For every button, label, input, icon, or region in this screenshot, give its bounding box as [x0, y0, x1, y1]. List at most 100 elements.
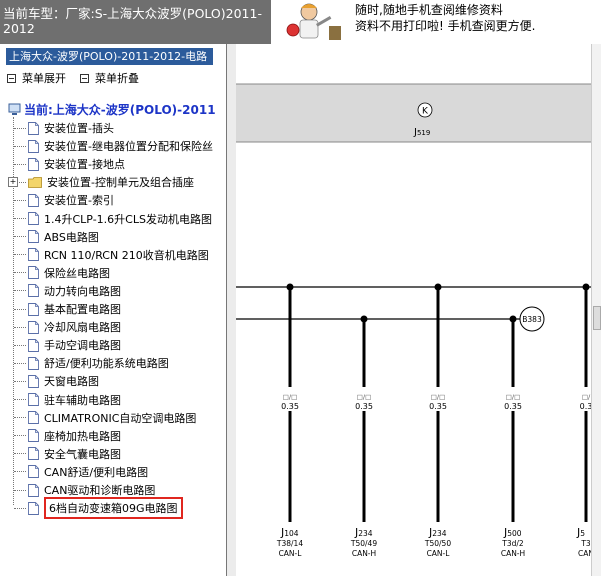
current-model-label: 当前车型：厂家:S-上海大众波罗(POLO)2011- 2012 [0, 0, 271, 44]
document-icon [28, 266, 39, 280]
tree-item[interactable]: RCN 110/RCN 210收音机电路图 [8, 246, 209, 264]
connector-component-sub: 500 [507, 529, 522, 538]
bus-name: CAN-L [279, 549, 303, 558]
document-icon [28, 447, 39, 461]
tree-connector [14, 236, 26, 238]
tree-connector [14, 290, 26, 292]
tree-connector [14, 145, 26, 147]
document-icon [28, 320, 39, 334]
tree-item[interactable]: 安装位置-接地点 [8, 155, 125, 173]
tree-item[interactable]: 安全气囊电路图 [8, 445, 121, 463]
top-component-sub: 519 [417, 129, 430, 137]
connector-pin: T50/49 [350, 539, 377, 548]
tree-connector [14, 399, 26, 400]
tree-item-label: 座椅加热电路图 [44, 429, 121, 443]
vertical-scrollbar[interactable] [591, 44, 601, 576]
bus-name: CAN-L [427, 549, 451, 558]
document-icon [28, 465, 39, 479]
tree-item-label: RCN 110/RCN 210收音机电路图 [44, 248, 209, 262]
connector-pin: T3 [580, 539, 591, 548]
tree-connector [14, 471, 26, 473]
bus-name: CAN [578, 549, 591, 558]
expand-node-icon[interactable]: + [8, 177, 18, 188]
tree-item[interactable]: 6档自动变速箱09G电路图 [8, 497, 183, 520]
tree-item-label: 6档自动变速箱09G电路图 [44, 497, 183, 520]
tree-item-label: 天窗电路图 [44, 375, 99, 389]
collapse-menu-label: 菜单折叠 [95, 72, 139, 85]
tree-root-label: 当前:上海大众-波罗(POLO)-2011 [24, 103, 216, 117]
scrollbar-thumb[interactable] [593, 306, 601, 330]
splice-label: B383 [522, 315, 542, 324]
tree-item-label: 冷却风扇电路图 [44, 321, 121, 335]
tree-item[interactable]: 安装位置-索引 [8, 191, 114, 209]
wire-gauge: 0.35 [504, 402, 522, 411]
tree-item[interactable]: CLIMATRONIC自动空调电路图 [8, 409, 196, 427]
connector-pin: T3d/2 [501, 539, 524, 548]
document-icon [28, 121, 39, 135]
folder-icon [28, 176, 42, 188]
junction-dot [509, 315, 517, 323]
expand-icon [7, 73, 16, 83]
wire-color-code: □/ [582, 393, 591, 401]
tree-view: 当前:上海大众-波罗(POLO)-2011 安装位置-插头安装位置-继电器位置分… [0, 99, 226, 576]
promo-line-1: 随时,随地手机查阅维修资料 [355, 3, 503, 17]
document-icon [28, 302, 39, 316]
tree-connector [14, 435, 26, 437]
tree-item[interactable]: 保险丝电路图 [8, 264, 110, 282]
wire-color-code: □/□ [506, 393, 520, 401]
wire-gauge: 0.35 [355, 402, 373, 411]
tree-connector [14, 344, 26, 346]
tree-item[interactable]: CAN舒适/便利电路图 [8, 463, 148, 481]
document-icon [28, 429, 39, 443]
collapse-icon [80, 73, 89, 83]
model-line-2: 2012 [3, 21, 35, 36]
document-icon [28, 248, 39, 262]
junction-dot [360, 315, 368, 323]
document-icon [28, 193, 39, 207]
tree-item-label: 安装位置-继电器位置分配和保险丝 [44, 140, 213, 154]
tree-item[interactable]: 舒适/便利功能系统电路图 [8, 354, 169, 372]
tree-connector [14, 380, 26, 382]
tree-connector [14, 453, 26, 455]
document-icon [28, 393, 39, 406]
tree-item[interactable]: 安装位置-继电器位置分配和保险丝 [8, 137, 213, 155]
document-icon [28, 284, 39, 298]
expand-menu-button[interactable]: 菜单展开 [7, 70, 66, 86]
tree-connector [14, 417, 26, 419]
collapse-menu-button[interactable]: 菜单折叠 [80, 70, 139, 86]
top-component-label: J519 [413, 127, 430, 138]
wire-color-code: □/□ [283, 393, 297, 401]
promo-line-2: 资料不用打印啦! 手机查阅更方便. [355, 19, 536, 33]
tree-item[interactable]: 驻车辅助电路图 [8, 391, 121, 409]
tree-connector [14, 362, 26, 364]
tree-item-label: CAN舒适/便利电路图 [44, 465, 149, 479]
connector-component-sub: 104 [284, 529, 299, 538]
tree-item[interactable]: 1.4升CLP-1.6升CLS发动机电路图 [8, 210, 212, 228]
document-icon [28, 338, 39, 352]
tree-item-label: 动力转向电路图 [44, 284, 121, 298]
tree-item[interactable]: 冷却风扇电路图 [8, 318, 121, 336]
tree-root[interactable]: 当前:上海大众-波罗(POLO)-2011 [8, 101, 216, 118]
wire-color-code: □/□ [431, 393, 445, 401]
tree-item-label: ABS电路图 [44, 230, 99, 244]
tree-connector [14, 127, 26, 129]
tree-item[interactable]: 座椅加热电路图 [8, 427, 121, 445]
panel-header: 上海大众-波罗(POLO)-2011-2012-电路 [6, 48, 213, 65]
tree-item[interactable]: 基本配置电路图 [8, 300, 121, 318]
tree-item[interactable]: 动力转向电路图 [8, 282, 121, 300]
bus-name: CAN-H [501, 549, 525, 558]
tree-item[interactable]: ABS电路图 [8, 228, 99, 246]
tree-item[interactable]: 安装位置-插头 [8, 119, 114, 137]
top-banner: 当前车型：厂家:S-上海大众波罗(POLO)2011- 2012 随时,随地手机… [0, 0, 601, 44]
connector-component-sub: 5 [580, 529, 585, 538]
document-icon [28, 356, 39, 370]
tree-item-label: 舒适/便利功能系统电路图 [44, 357, 169, 371]
tree-connector [14, 489, 26, 491]
document-icon [28, 501, 39, 515]
computer-icon [8, 103, 21, 115]
tree-item[interactable]: 天窗电路图 [8, 372, 99, 390]
tree-item[interactable]: 手动空调电路图 [8, 336, 121, 354]
navigation-panel: 上海大众-波罗(POLO)-2011-2012-电路 菜单展开 菜单折叠 当前:… [0, 44, 227, 576]
bus-name: CAN-H [352, 549, 376, 558]
tree-item[interactable]: + 安装位置-控制单元及组合插座 [8, 173, 194, 191]
